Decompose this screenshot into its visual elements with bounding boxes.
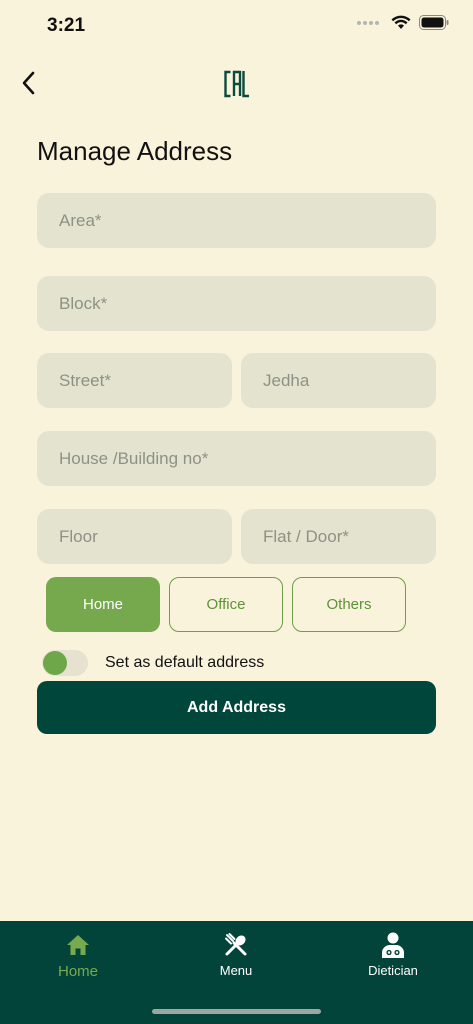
block-field[interactable] bbox=[37, 276, 436, 331]
dietician-icon bbox=[382, 932, 404, 958]
address-type-office-chip[interactable]: Office bbox=[169, 577, 283, 632]
fork-spoon-icon bbox=[225, 933, 247, 956]
status-time: 3:21 bbox=[47, 15, 86, 36]
status-icons bbox=[357, 15, 449, 30]
nav-item-dietician[interactable]: Dietician bbox=[343, 931, 443, 978]
address-type-home-chip[interactable]: Home bbox=[46, 577, 160, 632]
nav-item-menu[interactable]: Menu bbox=[186, 931, 286, 978]
nav-label-dietician: Dietician bbox=[368, 963, 418, 978]
address-type-others-chip[interactable]: Others bbox=[292, 577, 406, 632]
header bbox=[0, 60, 473, 108]
default-address-toggle[interactable] bbox=[42, 650, 88, 676]
battery-icon bbox=[419, 15, 449, 30]
home-icon bbox=[67, 935, 89, 955]
floor-field[interactable] bbox=[37, 509, 232, 564]
status-bar: 3:21 bbox=[0, 0, 473, 52]
home-indicator bbox=[152, 1009, 321, 1014]
nav-label-home: Home bbox=[57, 963, 98, 980]
add-address-button[interactable]: Add Address bbox=[37, 681, 436, 734]
avenue-field[interactable] bbox=[241, 353, 436, 408]
street-field[interactable] bbox=[37, 353, 232, 408]
wifi-icon bbox=[391, 15, 411, 29]
back-button[interactable] bbox=[14, 66, 42, 100]
nav-label-menu: Menu bbox=[219, 963, 253, 978]
page-title: Manage Address bbox=[37, 136, 233, 166]
area-field[interactable] bbox=[37, 193, 436, 248]
nav-item-home[interactable]: Home bbox=[28, 931, 128, 980]
chevron-left-icon bbox=[22, 71, 35, 95]
signal-icon bbox=[357, 20, 379, 25]
cal-logo bbox=[224, 70, 249, 98]
toggle-knob bbox=[43, 651, 67, 675]
default-address-label: Set as default address bbox=[105, 654, 265, 671]
house-building-field[interactable] bbox=[37, 431, 436, 486]
bottom-nav: Home Menu Dietician bbox=[0, 921, 473, 1024]
flat-door-field[interactable] bbox=[241, 509, 436, 564]
